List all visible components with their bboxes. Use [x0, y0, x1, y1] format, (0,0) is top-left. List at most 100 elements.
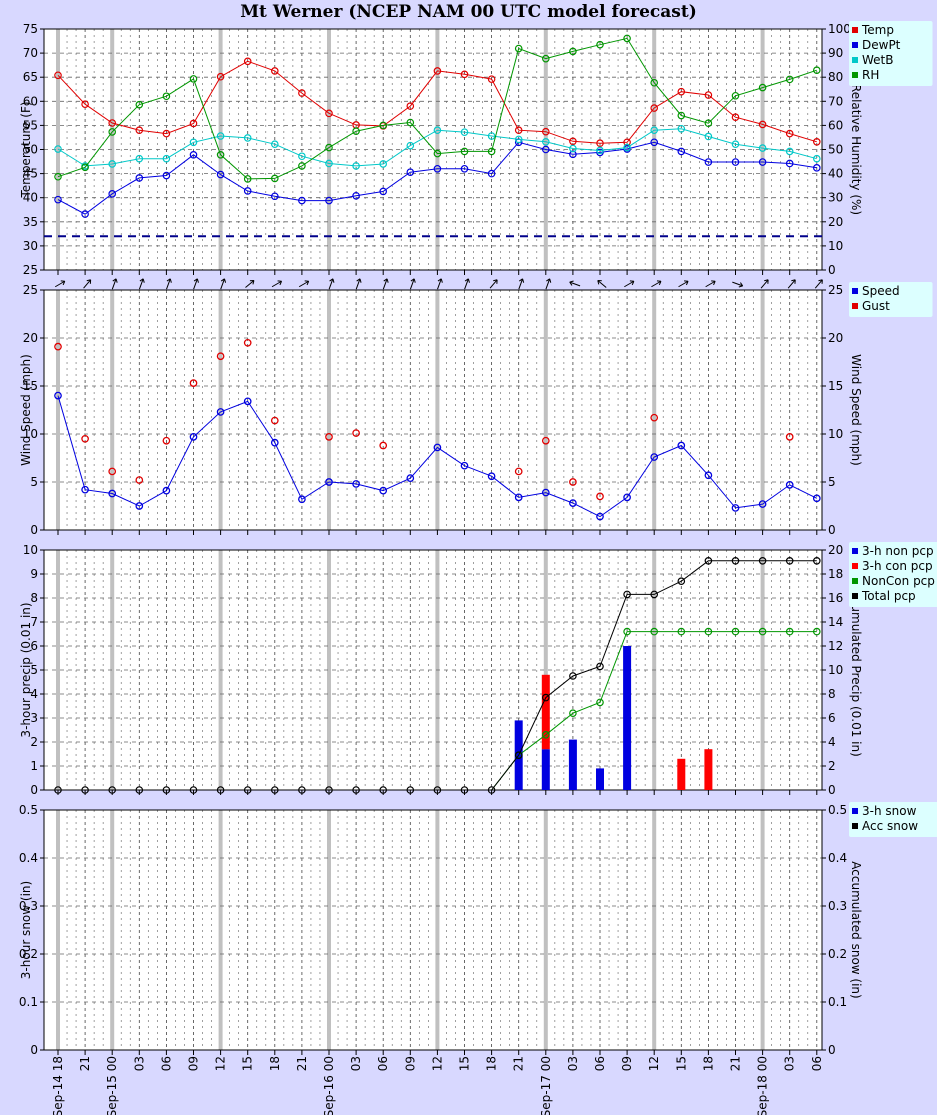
x-tick-label: 03: [132, 1056, 146, 1071]
y2-tick-label: 25: [828, 283, 843, 297]
legend-label: Gust: [862, 299, 890, 313]
y2-tick-label: 10: [828, 663, 843, 677]
y-tick-label: 0: [30, 523, 38, 537]
wind-arrow: [298, 280, 310, 288]
x-tick-label: 18: [268, 1056, 282, 1071]
y-tick-label: 5: [30, 475, 38, 489]
y2-tick-label: 2: [828, 759, 836, 773]
x-tick-label: 03: [783, 1056, 797, 1071]
y2-tick-label: 20: [828, 215, 843, 229]
y2-tick-label: 16: [828, 591, 843, 605]
y2-tick-label: 18: [828, 567, 843, 581]
y-tick-label: 70: [23, 46, 38, 60]
bar-3h-non-pcp: [541, 749, 550, 790]
legend-label: Acc snow: [862, 819, 918, 833]
x-tick-label: 09: [403, 1056, 417, 1071]
legend-label: Temp: [861, 23, 894, 37]
x-tick-label: Sep-14 18: [51, 1056, 65, 1115]
y2-tick-label: 0: [828, 263, 836, 277]
wind-arrow: [355, 278, 362, 290]
bar-3h-non-pcp: [623, 646, 632, 790]
legend-label: 3-h non pcp: [862, 544, 934, 558]
x-tick-label: 15: [674, 1056, 688, 1071]
y-tick-label: 0.1: [19, 995, 38, 1009]
y2-tick-label: 80: [828, 70, 843, 84]
x-tick-label: 12: [214, 1056, 228, 1071]
y2-tick-label: 5: [828, 475, 836, 489]
y2-tick-label: 30: [828, 191, 843, 205]
legend-swatch: [852, 57, 858, 63]
wind-arrow: [271, 280, 283, 288]
y-tick-label: 35: [23, 215, 38, 229]
y2-tick-label: 10: [828, 427, 843, 441]
y-tick-label: 0: [30, 1043, 38, 1057]
wind-arrow: [489, 279, 498, 289]
y2-tick-label: 12: [828, 639, 843, 653]
y2-tick-label: 50: [828, 143, 843, 157]
wind-arrow: [732, 281, 744, 288]
y-tick-label: 75: [23, 22, 38, 36]
y-tick-label: 20: [23, 331, 38, 345]
legend-label: RH: [862, 68, 879, 82]
x-tick-label: 06: [376, 1056, 390, 1071]
bar-3h-con-pcp: [677, 758, 686, 790]
wind-arrow: [464, 278, 470, 290]
y2-tick-label: 100: [828, 22, 851, 36]
x-tick-label: 18: [701, 1056, 715, 1071]
wind-arrow: [409, 278, 416, 290]
y2-tick-label: 0.2: [828, 947, 847, 961]
y-tick-label: 0.4: [19, 851, 38, 865]
x-tick-label: 03: [566, 1056, 580, 1071]
wind-arrow: [760, 279, 769, 289]
y2-tick-label: 20: [828, 331, 843, 345]
wind-arrow: [787, 279, 796, 289]
wind-arrow: [111, 278, 118, 290]
x-tick-label: 15: [458, 1056, 472, 1071]
legend-label: WetB: [862, 53, 893, 67]
wind-arrow: [814, 279, 823, 289]
x-tick-label: Sep-15 00: [105, 1056, 119, 1115]
wind-arrow: [437, 278, 443, 290]
plot-area: [44, 29, 822, 270]
y-tick-label: 9: [30, 567, 38, 581]
x-tick-label: 21: [78, 1056, 92, 1071]
y-axis-label: 3-hour precip (0.01 in): [19, 602, 33, 737]
y2-tick-label: 8: [828, 687, 836, 701]
y2-tick-label: 40: [828, 167, 843, 181]
wind-arrow: [138, 278, 145, 290]
x-tick-label: 09: [620, 1056, 634, 1071]
wind-arrow: [678, 280, 689, 288]
y2-tick-label: 10: [828, 239, 843, 253]
y2-tick-label: 90: [828, 46, 843, 60]
wind-arrow: [651, 280, 662, 288]
x-tick-label: 06: [593, 1056, 607, 1071]
x-tick-label: 03: [349, 1056, 363, 1071]
y2-tick-label: 0.1: [828, 995, 847, 1009]
legend-label: 3-h con pcp: [862, 559, 933, 573]
x-tick-label: 12: [430, 1056, 444, 1071]
y-tick-label: 0.5: [19, 803, 38, 817]
y2-tick-label: 0.5: [828, 803, 847, 817]
legend-label: 3-h snow: [862, 804, 917, 818]
y-axis-label: Wind Speed (mph): [19, 354, 33, 466]
wind-arrow: [193, 278, 199, 290]
legend-swatch: [852, 563, 858, 569]
x-tick-label: 12: [647, 1056, 661, 1071]
y2-tick-label: 70: [828, 94, 843, 108]
y-tick-label: 30: [23, 239, 38, 253]
wind-arrow: [83, 279, 92, 289]
y2-tick-label: 4: [828, 735, 836, 749]
legend-swatch: [852, 27, 858, 33]
x-tick-label: 15: [241, 1056, 255, 1071]
y-tick-label: 25: [23, 283, 38, 297]
y2-tick-label: 0.4: [828, 851, 847, 865]
legend-swatch: [852, 288, 858, 294]
legend-label: NonCon pcp: [862, 574, 935, 588]
legend-swatch: [852, 808, 858, 814]
wind-arrow: [54, 280, 66, 288]
plot-area: [44, 810, 822, 1050]
legend-label: DewPt: [862, 38, 901, 52]
legend-label: Total pcp: [861, 589, 916, 603]
meteogram: 25 030 1035 2040 3045 4050 5055 6060 7065 8070 907…: [19, 21, 937, 1115]
legend-swatch: [852, 72, 858, 78]
